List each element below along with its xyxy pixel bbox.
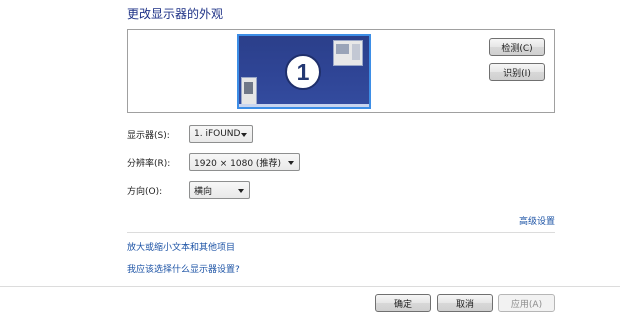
divider	[127, 232, 555, 233]
desktop-window-icon	[241, 77, 257, 105]
apply-button[interactable]: 应用(A)	[498, 294, 555, 312]
orientation-select-value: 横向	[194, 186, 213, 197]
display-label: 显示器(S):	[127, 131, 170, 141]
detect-button[interactable]: 检测(C)	[489, 38, 545, 56]
orientation-label: 方向(O):	[127, 187, 163, 197]
resolution-select[interactable]: 1920 × 1080 (推荐)	[189, 153, 300, 171]
footer-divider	[0, 286, 620, 287]
chevron-down-icon	[288, 161, 294, 165]
identify-button[interactable]: 识别(I)	[489, 63, 545, 81]
resolution-select-value: 1920 × 1080 (推荐)	[194, 158, 281, 169]
taskbar-strip	[239, 104, 369, 107]
desktop-window-icon	[333, 40, 363, 66]
advanced-settings-link[interactable]: 高级设置	[519, 214, 555, 227]
magnify-text-link[interactable]: 放大或缩小文本和其他项目	[127, 240, 235, 253]
page-title: 更改显示器的外观	[127, 7, 224, 21]
monitor-number-badge: 1	[285, 54, 321, 90]
cancel-button[interactable]: 取消	[437, 294, 493, 312]
display-settings-help-link[interactable]: 我应该选择什么显示器设置?	[127, 262, 240, 275]
display-select[interactable]: 1. iFOUND	[189, 125, 253, 143]
resolution-label: 分辨率(R):	[127, 159, 171, 169]
orientation-select[interactable]: 横向	[189, 181, 250, 199]
ok-button[interactable]: 确定	[375, 294, 431, 312]
monitor-1-preview[interactable]: 1	[237, 34, 371, 109]
chevron-down-icon	[238, 189, 244, 193]
chevron-down-icon	[241, 133, 247, 137]
display-select-value: 1. iFOUND	[194, 129, 241, 139]
